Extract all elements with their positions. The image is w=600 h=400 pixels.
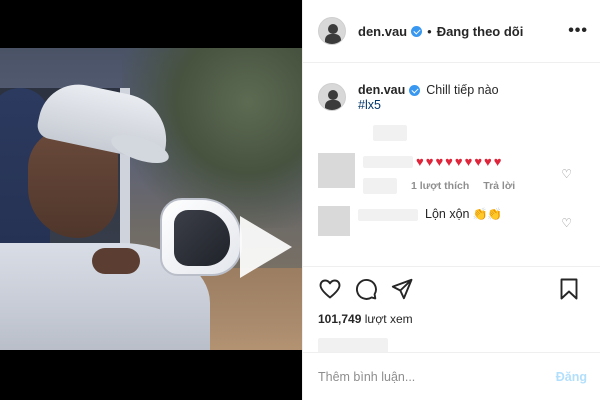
share-send-icon[interactable] xyxy=(390,277,414,301)
avatar-body xyxy=(325,100,341,110)
post-panel: den.vau • Đang theo dõi ••• den.vau Chil… xyxy=(302,0,600,400)
comment-line: Lộn xộn 👏👏 xyxy=(358,206,588,223)
side-mirror xyxy=(160,198,242,276)
comment-item: Lộn xộn 👏👏 ♡ xyxy=(318,206,588,236)
caption-text: den.vau Chill tiếp nào #lx5 xyxy=(358,83,499,113)
video-pane[interactable] xyxy=(0,0,302,400)
play-icon[interactable] xyxy=(240,216,292,278)
reply-button[interactable]: Trả lời xyxy=(483,180,515,192)
caption-avatar[interactable] xyxy=(318,83,346,111)
comment-hearts: ♥♥♥♥♥♥♥♥♥ xyxy=(416,154,504,169)
caption: den.vau Chill tiếp nào #lx5 xyxy=(318,83,588,113)
avatar-head xyxy=(328,90,338,100)
verified-badge-icon xyxy=(409,85,421,96)
comment-likes-count[interactable]: 1 lượt thích xyxy=(411,180,469,192)
comment-input[interactable] xyxy=(318,369,556,384)
post-header: den.vau • Đang theo dõi ••• xyxy=(303,0,600,63)
caption-timestamp-redacted xyxy=(373,125,407,141)
hashtag-link[interactable]: #lx5 xyxy=(358,98,499,113)
comment-body: ♥♥♥♥♥♥♥♥♥ 1 lượt thích Trả lời xyxy=(363,153,588,194)
comment-like-heart-icon[interactable]: ♡ xyxy=(561,167,572,181)
view-count-label: lượt xem xyxy=(364,312,413,326)
comment-bubble-icon[interactable] xyxy=(354,277,378,301)
caption-message: Chill tiếp nào xyxy=(426,83,499,97)
video-thumbnail[interactable] xyxy=(0,48,302,350)
add-comment-bar: Đăng xyxy=(303,352,600,400)
avatar[interactable] xyxy=(318,17,346,45)
avatar-body xyxy=(325,34,341,44)
comment-like-heart-icon[interactable]: ♡ xyxy=(561,216,572,230)
post-comment-button[interactable]: Đăng xyxy=(556,370,587,384)
comment-text: Lộn xộn xyxy=(425,207,470,221)
comment-meta: 1 lượt thích Trả lời xyxy=(363,178,588,194)
bookmark-icon[interactable] xyxy=(557,277,581,301)
verified-badge-icon xyxy=(411,25,423,37)
comment-item: ♥♥♥♥♥♥♥♥♥ 1 lượt thích Trả lời ♡ xyxy=(318,153,588,194)
more-options-icon[interactable]: ••• xyxy=(568,22,588,40)
comment-line: ♥♥♥♥♥♥♥♥♥ xyxy=(363,153,588,170)
person-hand xyxy=(92,248,140,274)
commenter-avatar-redacted[interactable] xyxy=(318,206,350,236)
comment-timestamp-redacted xyxy=(363,178,397,194)
view-count-number: 101,749 xyxy=(318,312,362,326)
avatar-head xyxy=(328,24,338,34)
separator-dot: • xyxy=(427,23,432,39)
like-heart-icon[interactable] xyxy=(318,277,342,301)
commenter-name-redacted[interactable] xyxy=(358,208,418,221)
mirror-glass xyxy=(174,210,230,266)
post-actions: 101,749 lượt xem xyxy=(303,266,600,353)
comment-body: Lộn xộn 👏👏 xyxy=(358,206,588,236)
post-date-redacted xyxy=(318,338,388,353)
view-count[interactable]: 101,749 lượt xem xyxy=(318,312,589,326)
commenter-name-redacted[interactable] xyxy=(363,155,413,168)
comments-list[interactable]: den.vau Chill tiếp nào #lx5 ♥♥♥♥♥♥♥♥♥ 1 … xyxy=(303,63,600,266)
caption-line: den.vau Chill tiếp nào xyxy=(358,83,499,98)
commenter-avatar-redacted[interactable] xyxy=(318,153,355,188)
action-bar xyxy=(318,277,589,301)
clap-emoji: 👏👏 xyxy=(472,207,503,221)
following-button[interactable]: Đang theo dõi xyxy=(437,24,524,39)
header-username[interactable]: den.vau xyxy=(358,24,407,39)
caption-username[interactable]: den.vau xyxy=(358,83,405,98)
